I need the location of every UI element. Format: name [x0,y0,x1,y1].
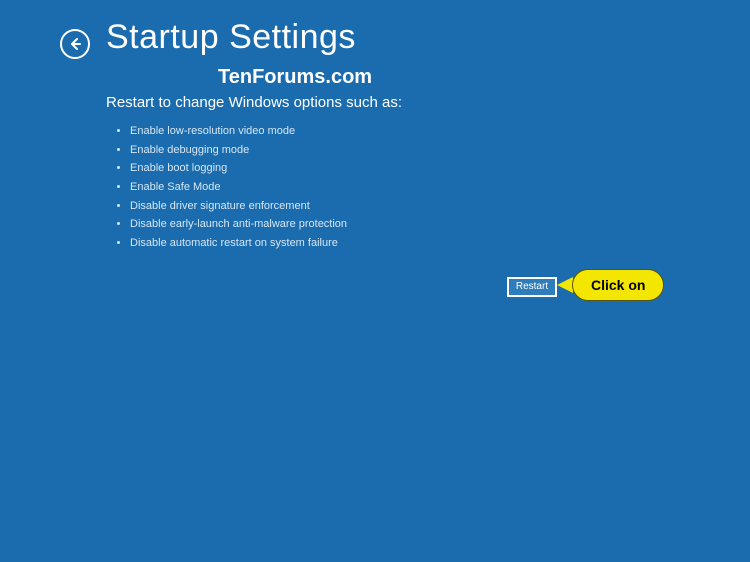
restart-button[interactable]: Restart [507,277,557,297]
callout-tail-icon [557,277,573,293]
subtitle-text: Restart to change Windows options such a… [106,94,402,111]
back-button[interactable] [60,29,90,59]
options-list: Enable low-resolution video mode Enable … [130,122,347,253]
back-arrow-icon [67,36,83,52]
list-item: Enable low-resolution video mode [130,122,347,141]
list-item: Enable debugging mode [130,141,347,160]
list-item: Disable driver signature enforcement [130,197,347,216]
list-item: Disable automatic restart on system fail… [130,234,347,253]
list-item: Enable Safe Mode [130,178,347,197]
watermark-text: TenForums.com [218,66,372,89]
page-title: Startup Settings [106,18,356,57]
annotation-callout: Click on [557,269,664,301]
list-item: Enable boot logging [130,159,347,178]
callout-text: Click on [572,269,664,301]
list-item: Disable early-launch anti-malware protec… [130,215,347,234]
